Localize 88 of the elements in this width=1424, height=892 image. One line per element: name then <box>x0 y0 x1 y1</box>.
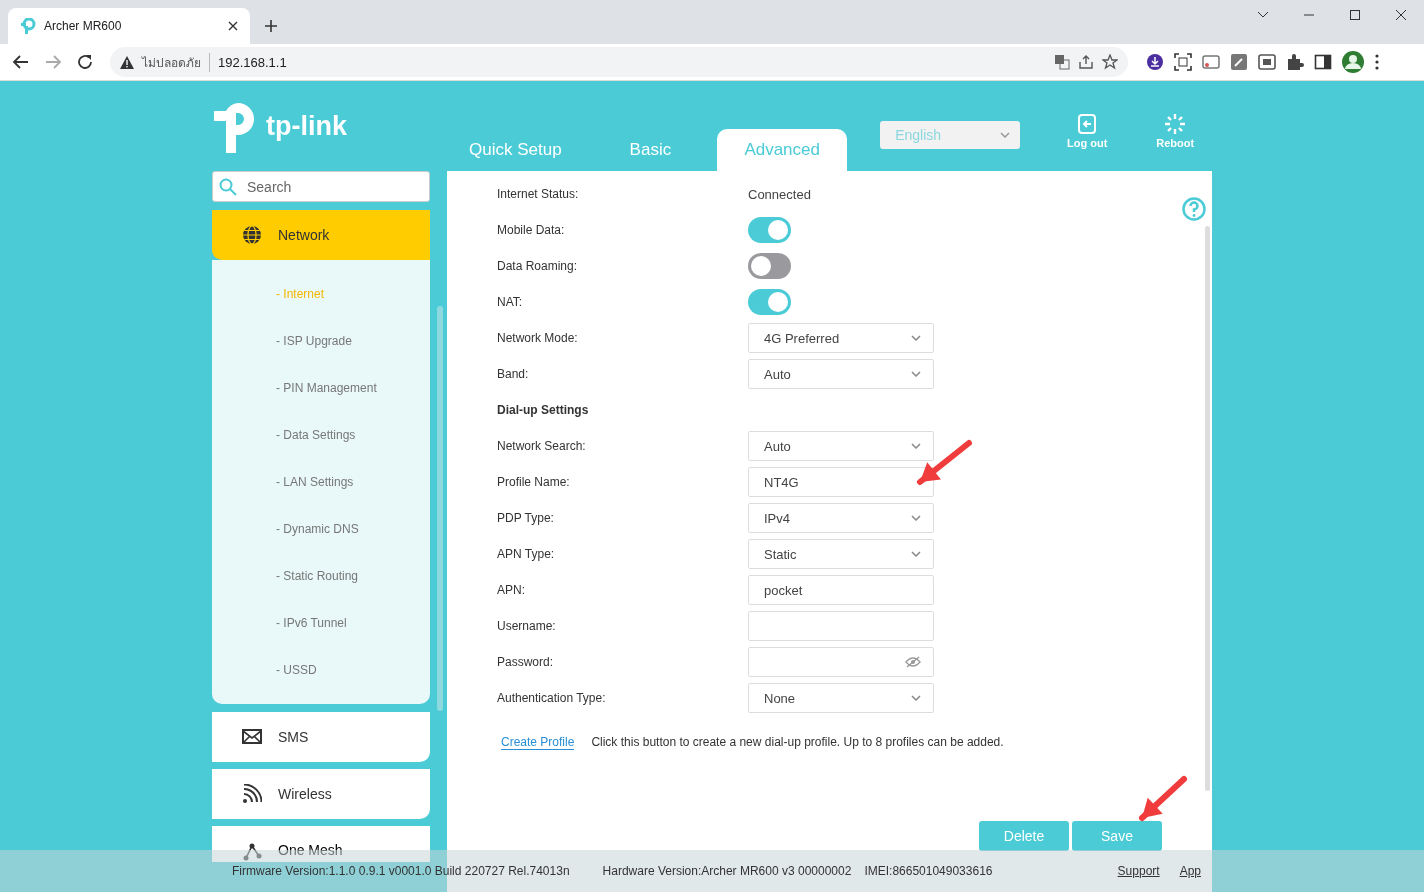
field-label: Username: <box>497 619 557 633</box>
scrollbar[interactable] <box>1205 226 1210 791</box>
caret-icon <box>911 335 921 341</box>
imei-text: IMEI:866501049033616 <box>864 864 993 878</box>
tab-title: Archer MR600 <box>44 19 123 33</box>
field-label: APN: <box>497 583 526 597</box>
reboot-icon <box>1165 114 1186 134</box>
field-label: Authentication Type: <box>497 691 607 705</box>
search-icon <box>219 177 237 196</box>
submenu-item[interactable]: - USSD <box>212 646 430 693</box>
url-text: 192.168.1.1 <box>218 54 288 70</box>
menu-item[interactable]: Network <box>212 210 430 260</box>
submenu-item[interactable]: - LAN Settings <box>212 458 430 505</box>
input-field[interactable] <box>748 611 934 641</box>
caret-icon <box>1000 132 1011 138</box>
side-panel-icon[interactable] <box>1314 53 1332 71</box>
app-link[interactable]: App <box>1179 864 1201 878</box>
toggle-switch[interactable] <box>748 217 791 243</box>
field-label: Password: <box>497 655 555 669</box>
submenu-item[interactable]: - Data Settings <box>212 411 430 458</box>
mesh-icon <box>242 842 262 862</box>
close-icon[interactable] <box>228 21 238 31</box>
caret-icon <box>911 371 921 377</box>
submenu-item[interactable]: - IPv6 Tunnel <box>212 599 430 646</box>
screenshot-icon[interactable] <box>1174 53 1192 71</box>
browser-tab[interactable]: Archer MR600 <box>8 8 250 44</box>
toggle-switch[interactable] <box>748 289 791 315</box>
profile-avatar-icon[interactable] <box>1342 51 1364 73</box>
menu-item[interactable]: SMS <box>212 712 430 762</box>
firmware-version: Firmware Version:1.1.0 0.9.1 v0001.0 Build 220727 Rel.74013n <box>232 864 570 878</box>
select-field[interactable]: 4G Preferred <box>748 323 934 353</box>
field-label: Internet Status: <box>497 187 580 201</box>
capture-icon[interactable] <box>1258 53 1276 71</box>
field-label: Data Roaming: <box>497 259 579 273</box>
menu-item[interactable]: One Mesh <box>212 826 430 862</box>
select-field[interactable]: None <box>748 683 934 713</box>
caret-icon <box>911 551 921 557</box>
caret-icon <box>911 443 921 449</box>
submenu-item[interactable]: - Dynamic DNS <box>212 505 430 552</box>
signal-icon <box>242 784 262 804</box>
support-link[interactable]: Support <box>1117 864 1160 878</box>
menu-item[interactable]: Wireless <box>212 769 430 819</box>
field-label: PDP Type: <box>497 511 555 525</box>
edit-icon[interactable] <box>1230 53 1248 71</box>
field-label: Mobile Data: <box>497 223 566 237</box>
submenu-item[interactable]: - ISP Upgrade <box>212 317 430 364</box>
field-label: Profile Name: <box>497 475 571 489</box>
puzzle-icon[interactable] <box>1286 53 1304 71</box>
select-field[interactable]: IPv4 <box>748 503 934 533</box>
input-field[interactable]: pocket <box>748 575 934 605</box>
status-value: Connected <box>748 186 811 202</box>
field-label: Network Search: <box>497 439 587 453</box>
more-icon[interactable] <box>1374 53 1380 71</box>
section-heading: Dial-up Settings <box>497 403 590 417</box>
address-bar[interactable]: ไม่ปลอดภัย 192.168.1.1 <box>110 47 1128 77</box>
cast-icon[interactable] <box>1202 53 1220 71</box>
submenu-item[interactable]: - PIN Management <box>212 364 430 411</box>
select-field[interactable]: Auto <box>748 431 934 461</box>
tp-link-logo-icon <box>20 18 36 34</box>
eye-hidden-icon <box>905 656 921 668</box>
scrollbar[interactable] <box>437 306 443 711</box>
field-label: NAT: <box>497 295 524 309</box>
help-text: Click this button to create a new dial-up profile. Up to 8 profiles can be added. <box>591 735 1004 750</box>
warning-icon <box>120 55 134 69</box>
password-field[interactable] <box>748 647 934 677</box>
field-label: Band: <box>497 367 530 381</box>
caret-icon <box>911 515 921 521</box>
toggle-switch[interactable] <box>748 253 791 279</box>
field-label: Network Mode: <box>497 331 579 345</box>
download-icon[interactable] <box>1146 53 1164 71</box>
select-field[interactable]: Static <box>748 539 934 569</box>
field-label: APN Type: <box>497 547 556 561</box>
share-icon[interactable] <box>1078 54 1094 70</box>
input-field[interactable]: NT4G <box>748 467 934 497</box>
security-label: ไม่ปลอดภัย <box>142 52 210 72</box>
submenu-item[interactable]: - Static Routing <box>212 552 430 599</box>
globe-icon <box>242 225 262 245</box>
hardware-version: Hardware Version:Archer MR600 v3 00000002 <box>602 864 852 878</box>
search-field[interactable]: Search <box>212 171 430 202</box>
envelope-icon <box>242 727 262 747</box>
brand-name: tp-link <box>266 111 347 142</box>
select-field[interactable]: Auto <box>748 359 934 389</box>
translate-icon[interactable] <box>1054 54 1070 70</box>
caret-icon <box>911 695 921 701</box>
logout-icon <box>1077 114 1098 134</box>
new-tab-icon[interactable] <box>264 19 278 33</box>
create-profile-link[interactable]: Create Profile <box>501 735 575 750</box>
star-icon[interactable] <box>1102 54 1118 70</box>
